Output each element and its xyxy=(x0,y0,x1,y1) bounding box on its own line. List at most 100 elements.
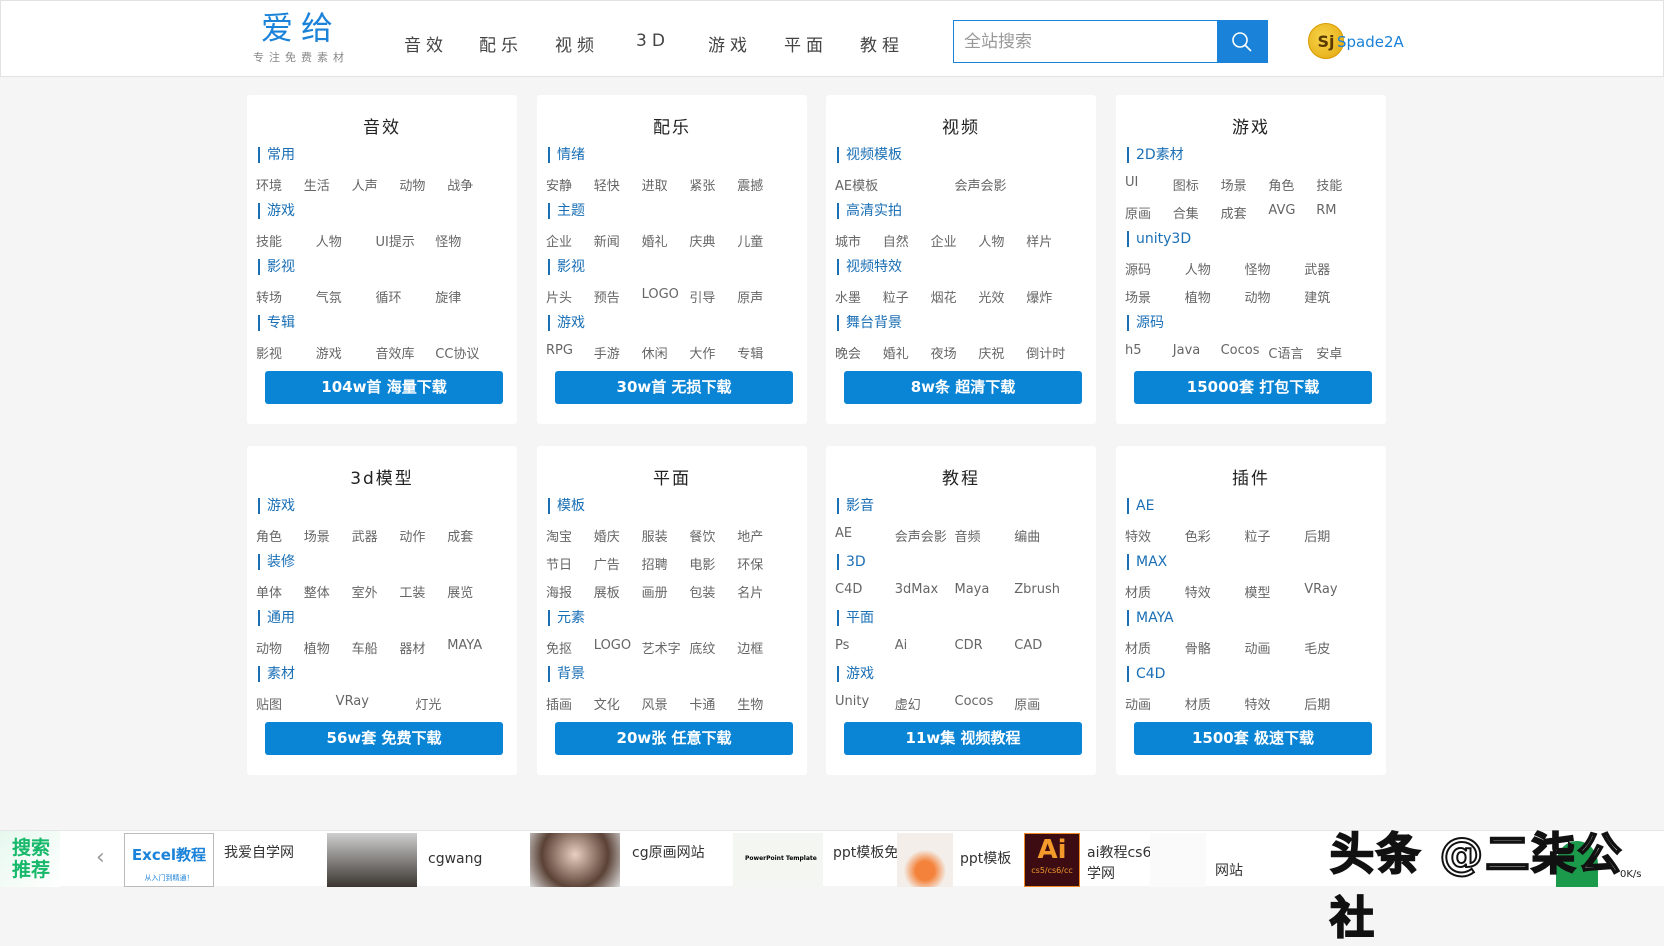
thumb-ppt[interactable]: PowerPoint Template xyxy=(733,833,823,887)
tag-link[interactable]: 招聘 xyxy=(642,554,690,573)
tag-link[interactable]: Ps xyxy=(835,638,895,654)
tag-link[interactable]: LOGO xyxy=(642,287,690,303)
section-label[interactable]: 源码 xyxy=(1127,315,1386,331)
tag-link[interactable]: 游戏 xyxy=(316,343,376,362)
tag-link[interactable]: CC协议 xyxy=(435,343,495,362)
tag-link[interactable]: 单体 xyxy=(256,582,304,601)
tag-link[interactable]: 音频 xyxy=(955,526,1015,545)
tag-link[interactable]: 免抠 xyxy=(546,638,594,657)
tag-link[interactable]: 文化 xyxy=(594,694,642,713)
tag-link[interactable]: 工装 xyxy=(399,582,447,601)
tag-link[interactable]: 建筑 xyxy=(1304,287,1364,306)
tag-link[interactable]: 粒子 xyxy=(883,287,931,306)
recommend-item[interactable]: cgwang xyxy=(428,849,508,870)
section-label[interactable]: 视频模板 xyxy=(837,147,1096,163)
tag-link[interactable]: 片头 xyxy=(546,287,594,306)
tag-link[interactable]: 引导 xyxy=(689,287,737,306)
thumb-photo[interactable] xyxy=(327,833,417,887)
site-logo[interactable]: 爱给 专注免费素材 xyxy=(241,9,361,65)
download-button[interactable]: 104w首 海量下载 xyxy=(265,371,503,404)
tag-link[interactable]: 婚礼 xyxy=(883,343,931,362)
tag-link[interactable]: 生物 xyxy=(737,694,785,713)
card-title[interactable]: 视频 xyxy=(826,113,1096,138)
tag-link[interactable]: 儿童 xyxy=(737,231,785,250)
tag-link[interactable]: 展板 xyxy=(594,582,642,601)
tag-link[interactable]: 安静 xyxy=(546,175,594,194)
tag-link[interactable]: 庆典 xyxy=(689,231,737,250)
tag-link[interactable]: 源码 xyxy=(1125,259,1185,278)
download-button[interactable]: 8w条 超清下载 xyxy=(844,371,1082,404)
download-button[interactable]: 56w套 免费下载 xyxy=(265,722,503,755)
nav-tutorial[interactable]: 教程 xyxy=(860,31,904,56)
tag-link[interactable]: 植物 xyxy=(304,638,352,657)
nav-video[interactable]: 视频 xyxy=(555,31,599,56)
tag-link[interactable]: MAYA xyxy=(447,638,495,654)
tag-link[interactable]: 贴图 xyxy=(256,694,336,713)
tag-link[interactable]: 后期 xyxy=(1304,694,1364,713)
tag-link[interactable]: 餐饮 xyxy=(689,526,737,545)
recommend-item[interactable]: 我爱自学网 xyxy=(224,843,304,864)
tag-link[interactable]: 安卓 xyxy=(1316,343,1364,362)
thumb-ai[interactable]: Ai cs5/cs6/cc xyxy=(1024,833,1080,887)
tag-link[interactable]: C4D xyxy=(835,582,895,598)
tag-link[interactable]: 水墨 xyxy=(835,287,883,306)
tag-link[interactable]: 包装 xyxy=(689,582,737,601)
tag-link[interactable]: CAD xyxy=(1014,638,1074,654)
card-title[interactable]: 配乐 xyxy=(537,113,807,138)
section-label[interactable]: MAYA xyxy=(1127,610,1386,626)
tag-link[interactable]: AE模板 xyxy=(835,175,955,194)
section-label[interactable]: 舞台背景 xyxy=(837,315,1096,331)
tag-link[interactable]: 音效库 xyxy=(376,343,436,362)
tag-link[interactable]: 专辑 xyxy=(737,343,785,362)
tag-link[interactable]: 后期 xyxy=(1304,526,1364,545)
tag-link[interactable]: RPG xyxy=(546,343,594,359)
tag-link[interactable]: 边框 xyxy=(737,638,785,657)
tag-link[interactable]: 底纹 xyxy=(689,638,737,657)
section-label[interactable]: 通用 xyxy=(258,610,517,626)
nav-game[interactable]: 游戏 xyxy=(708,31,752,56)
tag-link[interactable]: VRay xyxy=(336,694,416,710)
tag-link[interactable]: 原画 xyxy=(1125,203,1173,222)
card-title[interactable]: 游戏 xyxy=(1116,113,1386,138)
tag-link[interactable]: 紧张 xyxy=(689,175,737,194)
section-label[interactable]: 3D xyxy=(837,554,1096,570)
tag-link[interactable]: 图标 xyxy=(1173,175,1221,194)
tag-link[interactable]: 艺术字 xyxy=(642,638,690,657)
tag-link[interactable]: 材质 xyxy=(1125,582,1185,601)
tag-link[interactable]: 场景 xyxy=(1125,287,1185,306)
tag-link[interactable]: 气氛 xyxy=(316,287,376,306)
section-label[interactable]: 情绪 xyxy=(548,147,807,163)
tag-link[interactable]: 动物 xyxy=(1245,287,1305,306)
tag-link[interactable]: 整体 xyxy=(304,582,352,601)
section-label[interactable]: 主题 xyxy=(548,203,807,219)
recommend-item[interactable]: cg原画网站 xyxy=(632,843,712,864)
tag-link[interactable]: 特效 xyxy=(1185,582,1245,601)
download-button[interactable]: 30w首 无损下载 xyxy=(555,371,793,404)
tag-link[interactable]: 人物 xyxy=(978,231,1026,250)
tag-link[interactable]: 倒计时 xyxy=(1026,343,1074,362)
tag-link[interactable]: 画册 xyxy=(642,582,690,601)
tag-link[interactable]: 原画 xyxy=(1014,694,1074,713)
tag-link[interactable]: 旋律 xyxy=(435,287,495,306)
tag-link[interactable]: 成套 xyxy=(447,526,495,545)
tag-link[interactable]: RM xyxy=(1316,203,1364,219)
tag-link[interactable]: 战争 xyxy=(447,175,495,194)
section-label[interactable]: 高清实拍 xyxy=(837,203,1096,219)
tag-link[interactable]: 骨骼 xyxy=(1185,638,1245,657)
tag-link[interactable]: 夜场 xyxy=(931,343,979,362)
section-label[interactable]: 影视 xyxy=(258,259,517,275)
tag-link[interactable]: 成套 xyxy=(1221,203,1269,222)
recommend-item[interactable]: 网站 xyxy=(1215,861,1295,882)
tag-link[interactable]: 武器 xyxy=(352,526,400,545)
tag-link[interactable]: 模型 xyxy=(1245,582,1305,601)
tag-link[interactable]: 光效 xyxy=(978,287,1026,306)
tag-link[interactable]: 会声会影 xyxy=(895,526,955,545)
tag-link[interactable]: 会声会影 xyxy=(955,175,1075,194)
section-label[interactable]: unity3D xyxy=(1127,231,1386,247)
section-label[interactable]: 游戏 xyxy=(837,666,1096,682)
tag-link[interactable]: 生活 xyxy=(304,175,352,194)
tag-link[interactable]: 角色 xyxy=(256,526,304,545)
section-label[interactable]: 元素 xyxy=(548,610,807,626)
tag-link[interactable]: 原声 xyxy=(737,287,785,306)
thumb-drink[interactable] xyxy=(897,833,953,887)
